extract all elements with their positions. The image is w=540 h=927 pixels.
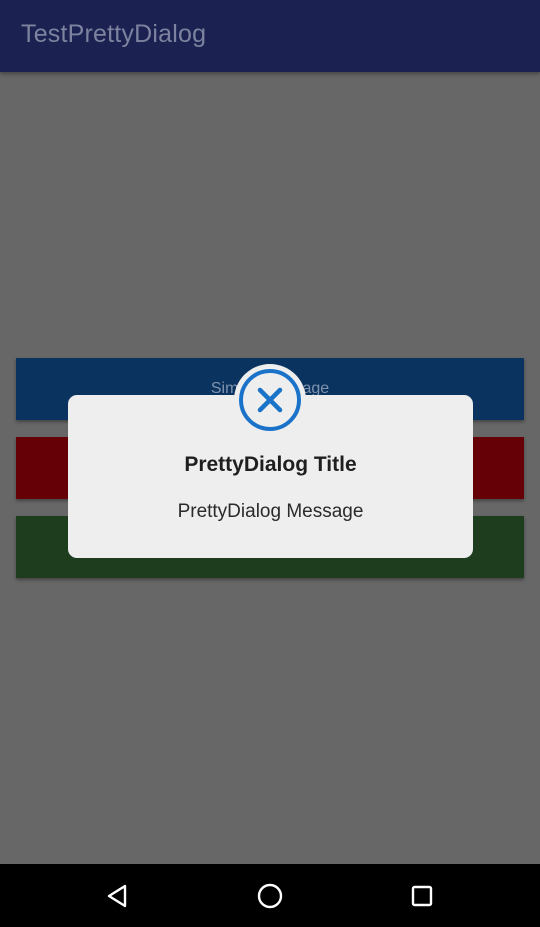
navigation-bar (0, 864, 540, 927)
dialog-message: PrettyDialog Message (177, 501, 364, 522)
recents-button[interactable] (382, 864, 462, 927)
back-icon (107, 884, 127, 907)
home-button[interactable] (230, 864, 310, 927)
recents-icon (411, 885, 433, 906)
home-icon (257, 883, 283, 908)
app-bar: TestPrettyDialog (0, 0, 540, 72)
app-title: TestPrettyDialog (21, 20, 207, 48)
close-circle-icon[interactable] (234, 364, 306, 436)
back-button[interactable] (78, 864, 158, 927)
dialog-title: PrettyDialog Title (184, 453, 357, 476)
